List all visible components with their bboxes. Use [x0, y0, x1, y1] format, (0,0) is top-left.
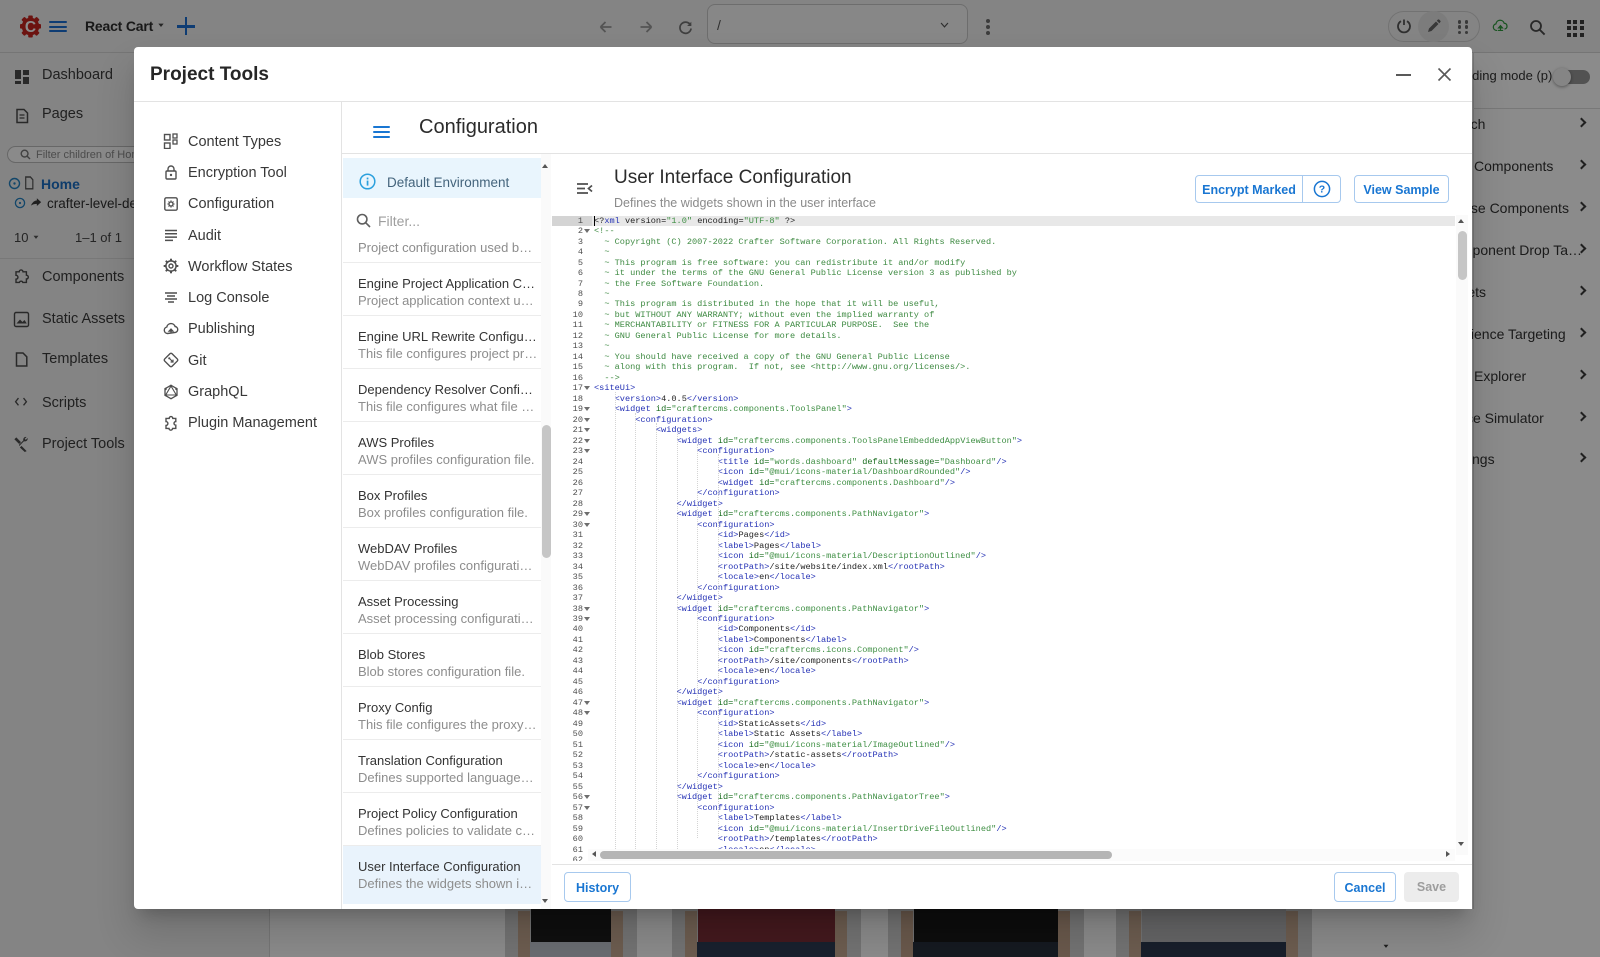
svg-text:?: ?: [1319, 184, 1325, 196]
